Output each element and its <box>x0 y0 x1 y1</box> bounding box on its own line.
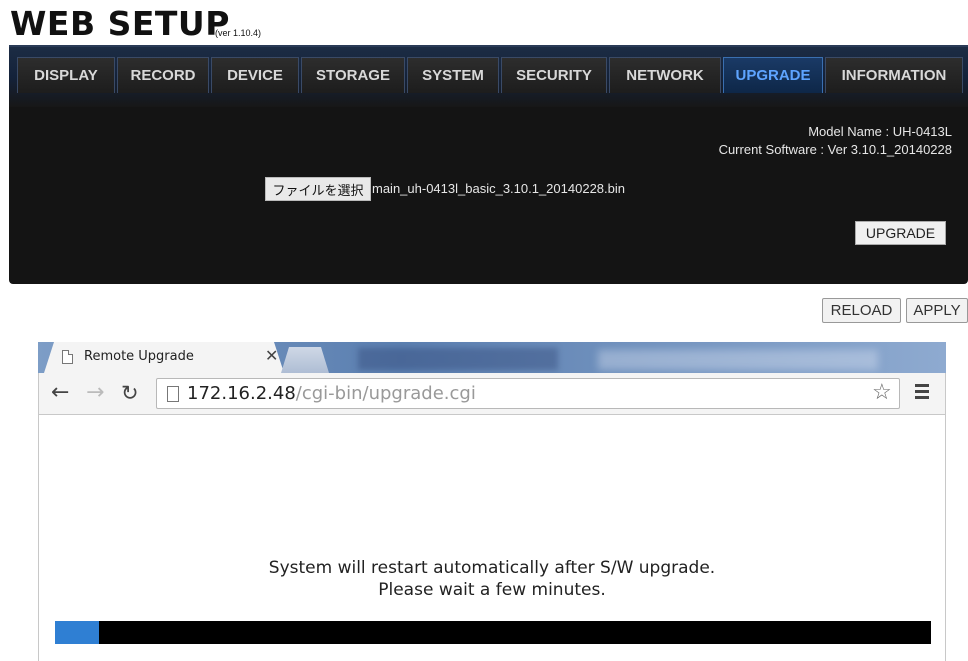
browser-tab[interactable]: Remote Upgrade ✕ <box>44 342 284 373</box>
tab-device[interactable]: DEVICE <box>211 57 299 93</box>
tabstrip-background-2 <box>598 350 878 370</box>
reload-button[interactable]: RELOAD <box>822 298 901 323</box>
tab-system[interactable]: SYSTEM <box>407 57 499 93</box>
device-info: Model Name : UH-0413L Current Software :… <box>719 123 952 159</box>
tab-storage[interactable]: STORAGE <box>301 57 405 93</box>
web-setup-title: WEB SETUP <box>10 4 230 43</box>
tab-display[interactable]: DISPLAY <box>17 57 115 93</box>
address-bar[interactable]: 172.16.2.48/cgi-bin/upgrade.cgi <box>156 378 900 409</box>
progress-fill <box>55 621 99 644</box>
tab-close-icon[interactable]: ✕ <box>265 346 278 366</box>
tab-information[interactable]: INFORMATION <box>825 57 963 93</box>
upgrade-button[interactable]: UPGRADE <box>855 221 946 245</box>
tab-upgrade[interactable]: UPGRADE <box>723 57 823 93</box>
apply-button[interactable]: APPLY <box>906 298 968 323</box>
bookmark-star-icon[interactable]: ☆ <box>872 379 892 405</box>
browser-tabstrip: Remote Upgrade ✕ <box>38 342 946 373</box>
browser-window: Remote Upgrade ✕ ← → ↻ 172.16.2.48/cgi-b… <box>38 342 946 661</box>
selected-file-name: main_uh-0413l_basic_3.10.1_20140228.bin <box>372 181 625 196</box>
web-setup-version: (ver 1.10.4) <box>215 28 262 38</box>
browser-toolbar: ← → ↻ 172.16.2.48/cgi-bin/upgrade.cgi ☆ <box>38 373 946 415</box>
restart-message: System will restart automatically after … <box>268 558 716 578</box>
tab-record[interactable]: RECORD <box>117 57 209 93</box>
url-path: /cgi-bin/upgrade.cgi <box>295 383 476 404</box>
tab-network[interactable]: NETWORK <box>609 57 721 93</box>
current-software: Current Software : Ver 3.10.1_20140228 <box>718 142 952 157</box>
page-info-icon[interactable] <box>167 386 179 402</box>
url-text: 172.16.2.48/cgi-bin/upgrade.cgi <box>187 383 476 404</box>
browser-content: System will restart automatically after … <box>38 415 946 661</box>
tabstrip-background <box>358 348 558 370</box>
choose-file-button[interactable]: ファイルを選択 <box>265 177 371 201</box>
back-arrow-icon[interactable]: ← <box>51 380 69 405</box>
forward-arrow-icon[interactable]: → <box>86 380 104 405</box>
page-icon <box>62 350 73 364</box>
upgrade-progress-bar <box>55 621 931 644</box>
reload-icon[interactable]: ↻ <box>121 381 139 405</box>
model-name: Model Name : UH-0413L <box>808 124 952 139</box>
new-tab-button[interactable] <box>281 347 329 373</box>
url-host: 172.16.2.48 <box>187 383 296 404</box>
wait-message: Please wait a few minutes. <box>378 580 606 600</box>
browser-menu-icon[interactable] <box>915 384 929 402</box>
tab-security[interactable]: SECURITY <box>501 57 607 93</box>
web-setup-panel: DISPLAY RECORD DEVICE STORAGE SYSTEM SEC… <box>9 45 968 284</box>
browser-tab-title: Remote Upgrade <box>84 349 194 364</box>
web-setup-tabbar: DISPLAY RECORD DEVICE STORAGE SYSTEM SEC… <box>9 45 968 107</box>
